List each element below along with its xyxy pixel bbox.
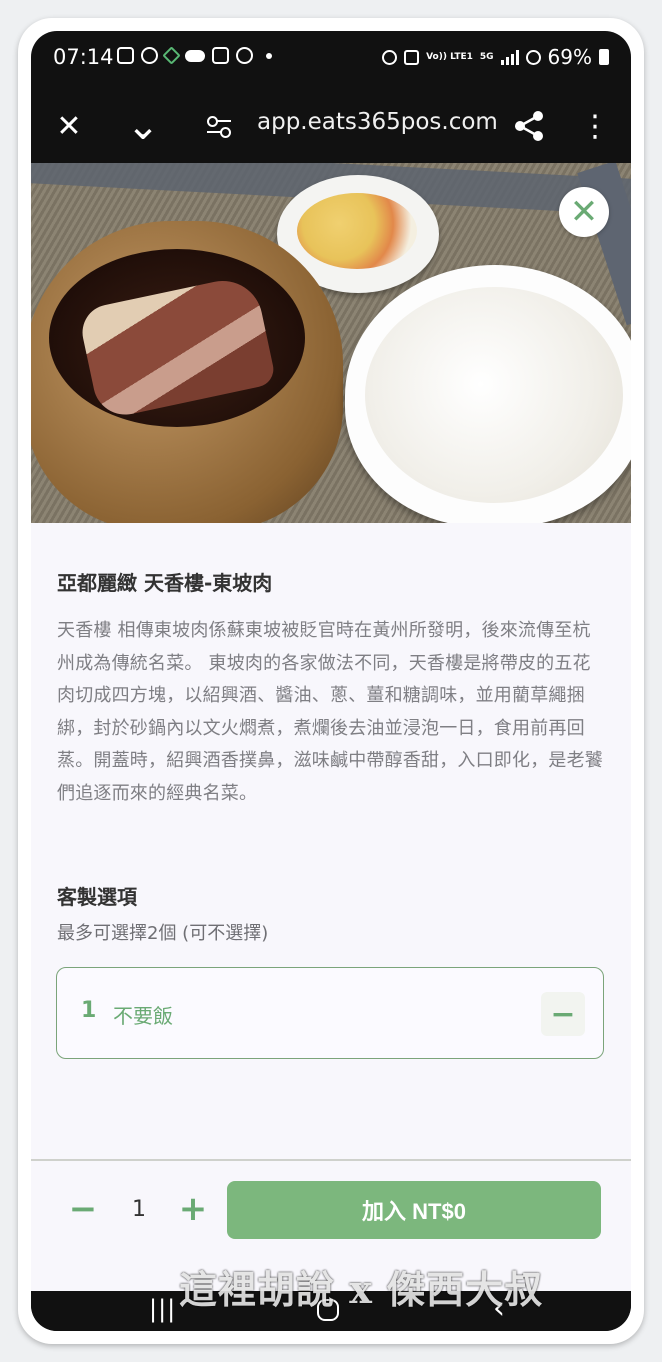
more-vert-icon: ⋮	[580, 108, 610, 144]
watermark-text: 這裡胡說 x 傑西大叔	[179, 1267, 544, 1312]
url-bar[interactable]: app.eats365pos.com	[257, 109, 498, 135]
share-icon	[515, 111, 543, 141]
browser-toolbar: ✕ ⌄ app.eats365pos.com ⋮	[31, 89, 631, 163]
share-button[interactable]	[509, 89, 549, 163]
options-subtitle: 最多可選擇2個 (可不選擇)	[57, 923, 269, 944]
leaf-icon	[162, 46, 181, 65]
battery-icon	[599, 49, 609, 65]
close-icon: ✕	[56, 108, 82, 144]
close-tab-button[interactable]: ✕	[47, 89, 91, 163]
item-title: 亞都麗緻 天香樓-東坡肉	[57, 571, 273, 595]
quantity-increase-button[interactable]: +	[171, 1187, 215, 1231]
minus-icon: −	[68, 1189, 98, 1229]
status-time: 07:14	[53, 45, 114, 69]
dish-photo: ✕	[31, 163, 631, 523]
threads-icon	[141, 47, 158, 64]
item-description: 天香樓 相傳東坡肉係蘇東坡被貶官時在黃州所發明，後來流傳至杭州成為傳統名菜。 東…	[57, 620, 603, 804]
instagram-icon	[212, 47, 229, 64]
plus-icon: +	[178, 1189, 208, 1229]
chevron-down-icon: ⌄	[126, 103, 160, 149]
option-decrease-button[interactable]: −	[541, 992, 585, 1036]
close-item-button[interactable]: ✕	[559, 187, 609, 237]
quantity-value: 1	[132, 1197, 146, 1222]
add-to-cart-button[interactable]: 加入 NT$0	[227, 1181, 601, 1239]
phone-screen: 07:14 Vo)) LTE1 5G 69% ✕ ⌄ app.eats365po…	[31, 31, 631, 1331]
options-title: 客製選項	[57, 885, 137, 909]
signal-icon	[500, 49, 519, 65]
status-bar: 07:14 Vo)) LTE1 5G 69%	[31, 31, 631, 89]
minus-icon: −	[550, 996, 576, 1032]
5g-icon: 5G	[479, 51, 494, 62]
quantity-decrease-button[interactable]: −	[61, 1187, 105, 1231]
recent-apps-button[interactable]: |||	[149, 1295, 176, 1323]
browser-menu-button[interactable]: ⋮	[577, 89, 613, 163]
close-icon: ✕	[569, 192, 599, 232]
block-icon	[525, 49, 541, 65]
option-label: 不要飯	[113, 1004, 173, 1028]
mute-icon	[404, 49, 420, 65]
alarm-icon	[382, 49, 398, 65]
option-quantity: 1	[81, 998, 97, 1023]
item-detail-sheet: ✕ 亞都麗緻 天香樓-東坡肉 天香樓 相傳東坡肉係蘇東坡被貶官時在黃州所發明，後…	[31, 163, 631, 1291]
site-settings-icon[interactable]	[207, 115, 231, 138]
option-no-rice[interactable]: 1 不要飯 −	[56, 967, 604, 1059]
volte-icon: Vo)) LTE1	[426, 51, 473, 62]
collapse-button[interactable]: ⌄	[121, 89, 165, 163]
more-notifications-dot	[266, 52, 272, 59]
calendar-icon	[117, 47, 134, 64]
go-icon	[236, 47, 253, 64]
cloud-icon	[185, 49, 205, 62]
system-icons: Vo)) LTE1 5G 69%	[382, 45, 609, 69]
battery-percent: 69%	[547, 45, 592, 69]
notification-icons	[117, 46, 272, 65]
